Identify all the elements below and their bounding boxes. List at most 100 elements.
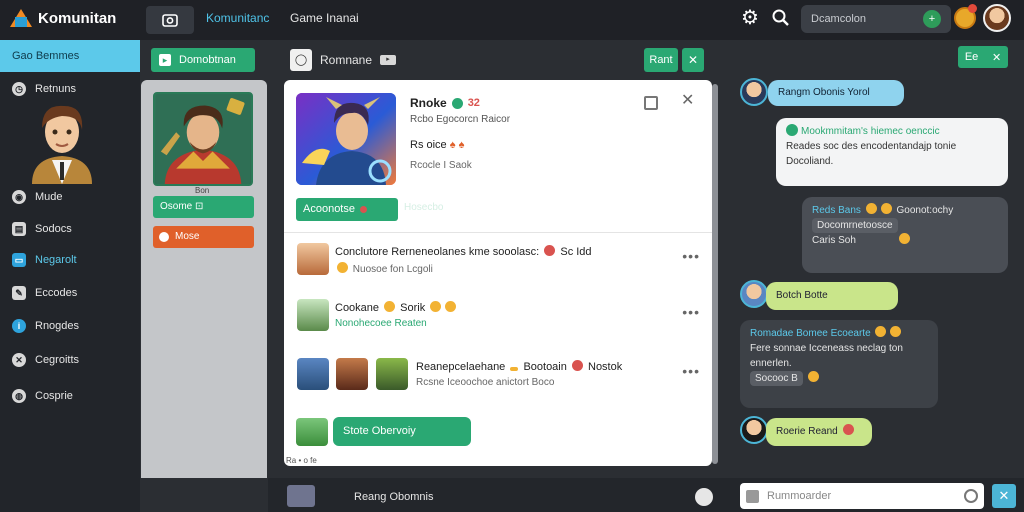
chat-avatar[interactable]: [740, 280, 768, 308]
sidebar-item-label: Retnuns: [35, 83, 76, 95]
chat-message-text: Reades soc des encodentandajp tonie Doco…: [786, 141, 957, 167]
search-badge-icon: +: [923, 10, 941, 28]
bookmark-icon[interactable]: [644, 96, 658, 110]
tools-icon: ✕: [12, 353, 26, 367]
sidebar-item-cegroitts[interactable]: ✕ Cegroitts: [12, 351, 79, 369]
emoji-icon: [445, 301, 457, 312]
sidebar-item-cosprie[interactable]: ◍ Cosprie: [12, 387, 73, 405]
note-icon: ✎: [12, 286, 26, 300]
close-panel-button[interactable]: ✕: [682, 48, 704, 72]
tag-chip[interactable]: ▸: [380, 55, 397, 65]
featured-subtitle: Rcbo Egocorcn Raicor: [410, 114, 511, 125]
chat-message-text: Caris Soh: [812, 235, 856, 246]
chat-message: Botch Botte: [766, 282, 898, 310]
mose-button[interactable]: Mose: [153, 226, 254, 248]
emoji-picker-icon[interactable]: [695, 488, 713, 506]
gear-icon[interactable]: ⚙: [739, 7, 761, 29]
box-icon: ⊡: [195, 201, 204, 212]
main-header: ◯ Romnane ▸: [290, 48, 397, 72]
search-icon[interactable]: [771, 8, 791, 28]
panel-footer: Ra • o fe: [286, 456, 317, 465]
attach-icon[interactable]: [746, 489, 759, 503]
sidebar: Gao Bemmes ◷ Retnuns ◉ Mude ▤ Sodocs ▭ N…: [0, 40, 140, 512]
list-item[interactable]: Cookane Sorik Nonohecoee Reaten •••: [296, 298, 700, 334]
sidebar-item-label: Negarolt: [35, 254, 77, 266]
bottom-bar: Reang Obomnis Rummoarder ✕: [268, 478, 1024, 512]
message-placeholder: Rummoarder: [767, 490, 832, 502]
featured-line2: Rcocle I Saok: [410, 160, 472, 171]
game-card-panel: Bon Osome ⊡ Mose: [141, 80, 267, 478]
more-options-icon[interactable]: •••: [682, 304, 700, 320]
featured-line-text: Rs oice: [410, 139, 447, 151]
camera-icon: [162, 14, 178, 27]
logo-icon: [10, 7, 32, 29]
row-title-end: Nostok: [588, 361, 623, 373]
more-options-icon[interactable]: •••: [682, 248, 700, 264]
sidebar-item-retnuns[interactable]: ◷ Retnuns: [12, 80, 76, 98]
sidebar-item-active[interactable]: Gao Bemmes: [0, 40, 140, 72]
domobtnan-button[interactable]: ▸ Domobtnan: [151, 48, 255, 72]
list-item[interactable]: Conclutore Rerneneolanes kme sooolasc: S…: [296, 242, 700, 278]
notification-badge: [968, 4, 977, 13]
sidebar-item-negarolt[interactable]: ▭ Negarolt: [12, 251, 77, 269]
rant-button[interactable]: Rant: [644, 48, 678, 72]
chat-close-icon: ✕: [991, 51, 1002, 64]
fire-icon: ♠ ♠: [449, 139, 465, 151]
back-icon[interactable]: ◯: [290, 49, 312, 71]
row-subtitle-text: Nuosoe fon Lcgoli: [352, 264, 433, 275]
osome-button[interactable]: Osome ⊡: [153, 196, 254, 218]
col2-header-label: Domobtnan: [179, 54, 236, 66]
game-thumbnail-icon[interactable]: [287, 485, 315, 507]
sidebar-item-sodocs[interactable]: ▤ Sodocs: [12, 220, 72, 238]
chat-message: Roerie Reand: [766, 418, 872, 446]
character-avatar[interactable]: [22, 98, 102, 184]
tab-komunitan[interactable]: Komunitanc: [206, 11, 269, 25]
row-title-text: Cookane: [335, 302, 380, 314]
search-value: Dcamcolon: [811, 13, 867, 25]
close-icon[interactable]: ✕: [681, 92, 697, 110]
chat-header-button[interactable]: Ee ✕: [958, 46, 1008, 68]
sidebar-item-label: Cegroitts: [35, 354, 80, 366]
tab-game[interactable]: Game Inanai: [290, 11, 359, 25]
scrollbar[interactable]: [712, 84, 718, 464]
stote-obervoiy-button[interactable]: Stote Obervoiy: [333, 417, 471, 446]
chat-message: Romadae Bomee Ecoearte Fere sonnae Iccen…: [740, 320, 938, 408]
chat-sender: Reds Bans: [812, 205, 861, 216]
message-input[interactable]: Rummoarder: [740, 483, 984, 509]
send-button[interactable]: ✕: [992, 484, 1016, 508]
row-title-mid: Bootoain: [523, 361, 567, 373]
check-icon[interactable]: [964, 489, 978, 503]
row-avatar: [297, 243, 329, 275]
search-input[interactable]: Dcamcolon +: [801, 5, 951, 33]
user-avatar[interactable]: [983, 4, 1011, 32]
camera-button[interactable]: [146, 6, 194, 34]
emoji-icon: [384, 301, 396, 312]
chat-message-highlight: Mookmmitam's hiemec oenccic: [801, 126, 940, 137]
acoonotse-label: Acoonotse: [303, 203, 355, 215]
sidebar-item-mude[interactable]: ◉ Mude: [12, 188, 63, 206]
chat-avatar[interactable]: [740, 78, 768, 106]
sidebar-item-eccodes[interactable]: ✎ Eccodes: [12, 284, 77, 302]
emoji-icon: [875, 326, 887, 337]
acoonotse-button[interactable]: Acoonotse: [296, 198, 398, 221]
chat-avatar[interactable]: [740, 416, 768, 444]
record-icon: [159, 232, 169, 242]
more-options-icon[interactable]: •••: [682, 363, 700, 379]
featured-badge: 32: [467, 97, 480, 109]
emoji-icon: [510, 367, 519, 371]
hero-caption: Bon: [195, 186, 210, 195]
row-title: Conclutore Rerneneolanes kme sooolasc: S…: [335, 245, 592, 258]
row-avatar: [297, 299, 329, 331]
list-item[interactable]: Reanepcelaehane Bootoain Nostok Rcsne Ic…: [296, 357, 700, 393]
top-bar: Komunitan Komunitanc Game Inanai ⚙ Dcamc…: [0, 0, 1024, 40]
chat-icon: ▭: [12, 253, 26, 267]
app-logo[interactable]: Komunitan: [10, 7, 116, 29]
clock-icon: ◷: [12, 82, 26, 96]
hero-card-image[interactable]: [153, 92, 253, 186]
featured-game-image[interactable]: [296, 93, 396, 185]
main-title: Romnane: [320, 53, 373, 67]
row-avatar: [336, 358, 368, 390]
emoji-icon: [842, 424, 854, 435]
emoji-icon: [890, 326, 902, 337]
sidebar-item-rnogdes[interactable]: i Rnogdes: [12, 317, 79, 335]
